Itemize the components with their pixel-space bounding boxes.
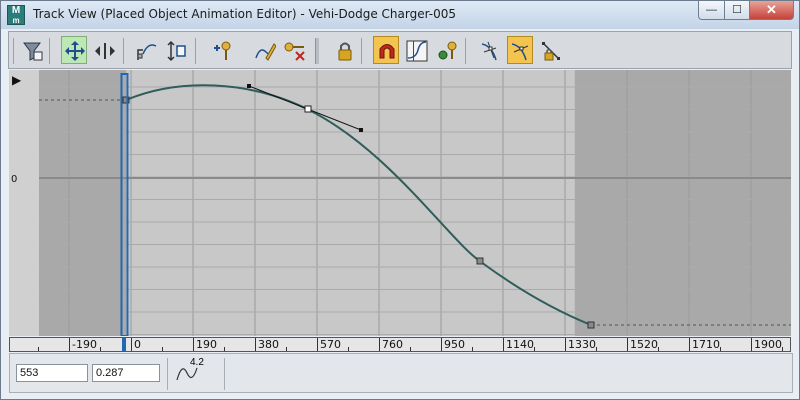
value-axis-gutter <box>9 70 39 336</box>
lock-selection-button[interactable] <box>331 36 357 64</box>
filters-icon <box>23 42 43 61</box>
add-keys-button[interactable] <box>209 36 235 64</box>
move-keys-icon <box>65 41 85 61</box>
curve-key[interactable] <box>476 257 484 265</box>
title-bar[interactable]: M m Track View (Placed Object Animation … <box>1 1 799 29</box>
ruler-label: -190 <box>72 338 97 351</box>
ruler-minor-tick <box>224 347 225 351</box>
lock-tangents-button[interactable] <box>537 36 563 64</box>
value-axis-label: 0 <box>11 174 17 185</box>
ruler-minor-tick <box>782 347 783 351</box>
ruler-label: 380 <box>258 338 279 351</box>
ruler-minor-tick <box>751 347 752 351</box>
maximize-button[interactable]: ☐ <box>724 1 750 20</box>
tangent-handle-out[interactable] <box>359 128 363 132</box>
parameter-curve-out-of-range-button[interactable] <box>403 36 429 64</box>
toolbar-separator <box>123 38 124 64</box>
snap-frames-button[interactable] <box>373 36 399 64</box>
toolbar-separator <box>195 38 196 64</box>
curve-editor-graph[interactable]: 0 ▶ <box>9 70 791 336</box>
show-keyable-icon <box>438 41 457 60</box>
show-tangents-button[interactable] <box>507 36 533 64</box>
snap-frames-icon <box>379 44 395 59</box>
show-keyable-button[interactable] <box>433 36 459 64</box>
ruler-minor-tick <box>317 347 318 351</box>
status-bar: 553 0.287 4.2 <box>9 353 793 393</box>
ruler-label: 1520 <box>630 338 658 351</box>
scale-keys-icon <box>137 44 157 60</box>
parameter-curve-out-of-range-icon <box>406 40 428 62</box>
ruler-label: 950 <box>444 338 465 351</box>
minimize-button[interactable]: — <box>698 1 725 20</box>
ruler-minor-tick <box>627 347 628 351</box>
toolbar <box>8 31 792 69</box>
scale-values-icon <box>167 40 186 62</box>
show-all-tangents-button[interactable] <box>477 36 503 64</box>
ruler-minor-tick <box>162 347 163 351</box>
scale-values-button[interactable] <box>163 36 189 64</box>
ruler-label: 1330 <box>568 338 596 351</box>
toolbar-separator <box>315 38 319 64</box>
ruler-minor-tick <box>534 347 535 351</box>
ruler-minor-tick <box>286 347 287 351</box>
ruler-minor-tick <box>658 347 659 351</box>
value-field[interactable]: 0.287 <box>92 364 160 382</box>
ruler-label: 1710 <box>692 338 720 351</box>
ruler-minor-tick <box>255 347 256 351</box>
status-separator <box>167 358 168 390</box>
ruler-label: 190 <box>196 338 217 351</box>
ruler-minor-tick <box>689 347 690 351</box>
ruler-minor-tick <box>193 347 194 351</box>
filters-button[interactable] <box>19 36 45 64</box>
lock-selection-icon <box>338 42 352 61</box>
ruler-minor-tick <box>38 347 39 351</box>
ruler-label: 0 <box>134 338 141 351</box>
ruler-minor-tick <box>348 347 349 351</box>
ruler-label: 1140 <box>506 338 534 351</box>
ruler-label: 570 <box>320 338 341 351</box>
reduce-keys-icon <box>284 42 305 61</box>
lock-tangents-icon <box>542 42 560 61</box>
slide-keys-button[interactable] <box>91 36 117 64</box>
show-all-tangents-icon <box>481 41 497 61</box>
track-view-window: M m Track View (Placed Object Animation … <box>0 0 800 400</box>
range-start-marker[interactable]: ▶ <box>12 73 22 87</box>
scale-keys-button[interactable] <box>133 36 159 64</box>
ruler-minor-tick <box>379 347 380 351</box>
ruler-minor-tick <box>69 347 70 351</box>
frame-field[interactable]: 553 <box>16 364 88 382</box>
ruler-minor-tick <box>100 347 101 351</box>
ruler-minor-tick <box>565 347 566 351</box>
ruler-label: 1900 <box>754 338 782 351</box>
draw-curves-button[interactable] <box>251 36 277 64</box>
ruler-minor-tick <box>472 347 473 351</box>
time-ruler[interactable]: -190 0 190 380 570 760 950 1140 1330 1520 1710 1900 <box>9 337 791 352</box>
ruler-minor-tick <box>596 347 597 351</box>
draw-curves-icon <box>255 43 276 61</box>
close-button[interactable]: ✕ <box>749 1 794 20</box>
move-keys-button[interactable] <box>61 36 87 64</box>
selected-key[interactable] <box>304 105 312 113</box>
ruler-minor-tick <box>503 347 504 351</box>
ruler-label: 760 <box>382 338 403 351</box>
curve-key[interactable] <box>587 321 595 329</box>
ruler-minor-tick <box>131 347 132 351</box>
slide-keys-icon <box>95 43 115 59</box>
toolbar-separator <box>465 38 466 64</box>
curve-readout-value: 4.2 <box>190 357 204 368</box>
app-icon: M m <box>7 5 25 25</box>
add-keys-icon <box>214 41 231 60</box>
toolbar-separator <box>361 38 362 64</box>
window-title: Track View (Placed Object Animation Edit… <box>33 7 456 21</box>
tangent-handle-in[interactable] <box>247 84 251 88</box>
ruler-time-slider[interactable] <box>122 338 127 351</box>
show-tangents-icon <box>511 43 529 61</box>
reduce-keys-button[interactable] <box>281 36 307 64</box>
toolbar-grip <box>13 38 14 64</box>
status-separator <box>224 358 225 390</box>
toolbar-separator <box>49 38 50 64</box>
ruler-minor-tick <box>720 347 721 351</box>
ruler-minor-tick <box>410 347 411 351</box>
ruler-minor-tick <box>441 347 442 351</box>
